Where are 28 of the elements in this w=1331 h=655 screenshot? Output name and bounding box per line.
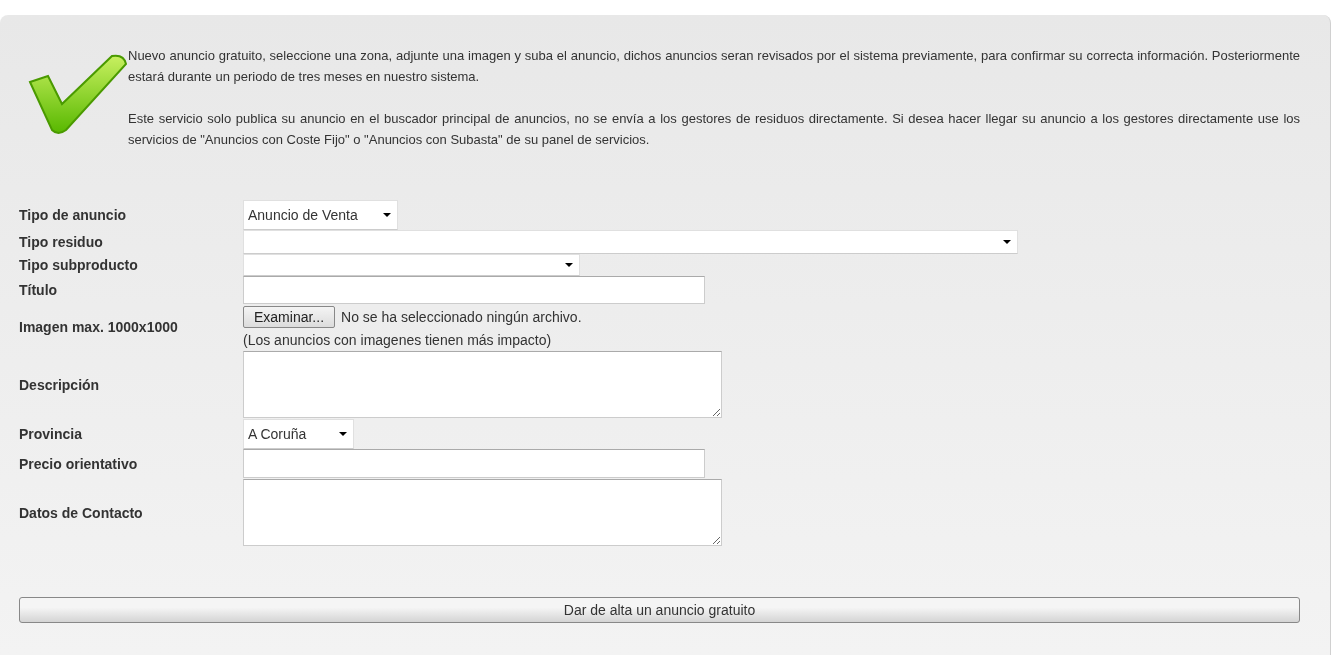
field-label: Tipo residuo: [19, 234, 104, 250]
dropdown[interactable]: [243, 254, 580, 276]
field-label: Descripción: [19, 376, 101, 393]
dropdown[interactable]: [243, 230, 1018, 254]
caret-icon: [565, 263, 573, 267]
text-area[interactable]: [243, 351, 722, 418]
intro-paragraph: Nuevo anuncio gratuito, seleccione una zona, adjunte una imagen y suba el anuncio, dichos anuncios seran revisados por el sistema previamente, para confirmar su correcta información. Posteriormente estará durante un periodo de tres meses en nuestro sistema.: [128, 47, 1300, 86]
field-label: Título: [19, 282, 59, 298]
caret-icon: [383, 213, 391, 217]
dropdown[interactable]: Anuncio de Venta: [243, 200, 398, 230]
input-field[interactable]: [243, 449, 705, 478]
field-label: Tipo subproducto: [19, 257, 139, 273]
caret-icon: [1003, 240, 1011, 244]
dropdown[interactable]: A Coruña: [243, 419, 354, 449]
field-label: Provincia: [19, 426, 84, 442]
input-field[interactable]: [243, 276, 705, 304]
text-area[interactable]: [243, 479, 722, 546]
browse-button[interactable]: Examinar...: [243, 306, 336, 328]
file-status: No se ha seleccionado ningún archivo.: [341, 309, 582, 325]
submit-button[interactable]: Dar de alta un anuncio gratuito: [19, 597, 1300, 623]
field-label: Tipo de anuncio: [19, 207, 128, 223]
field-label: Datos de Contacto: [19, 504, 144, 521]
checkmark-icon: [28, 54, 128, 136]
caret-icon: [339, 432, 347, 436]
field-label: Imagen max. 1000x1000: [19, 319, 179, 335]
hint-text: (Los anuncios con imagenes tienen más impacto): [243, 332, 553, 348]
intro-paragraph: Este servicio solo publica su anuncio en el buscador principal de anuncios, no se envía a los gestores de residuos directamente. Si desea hacer llegar su anuncio a los gestores directamente use los servicios de "Anuncios con Coste Fijo" o "Anuncios con Subasta" de su panel de servicios.: [128, 110, 1300, 149]
field-label: Precio orientativo: [19, 455, 139, 472]
